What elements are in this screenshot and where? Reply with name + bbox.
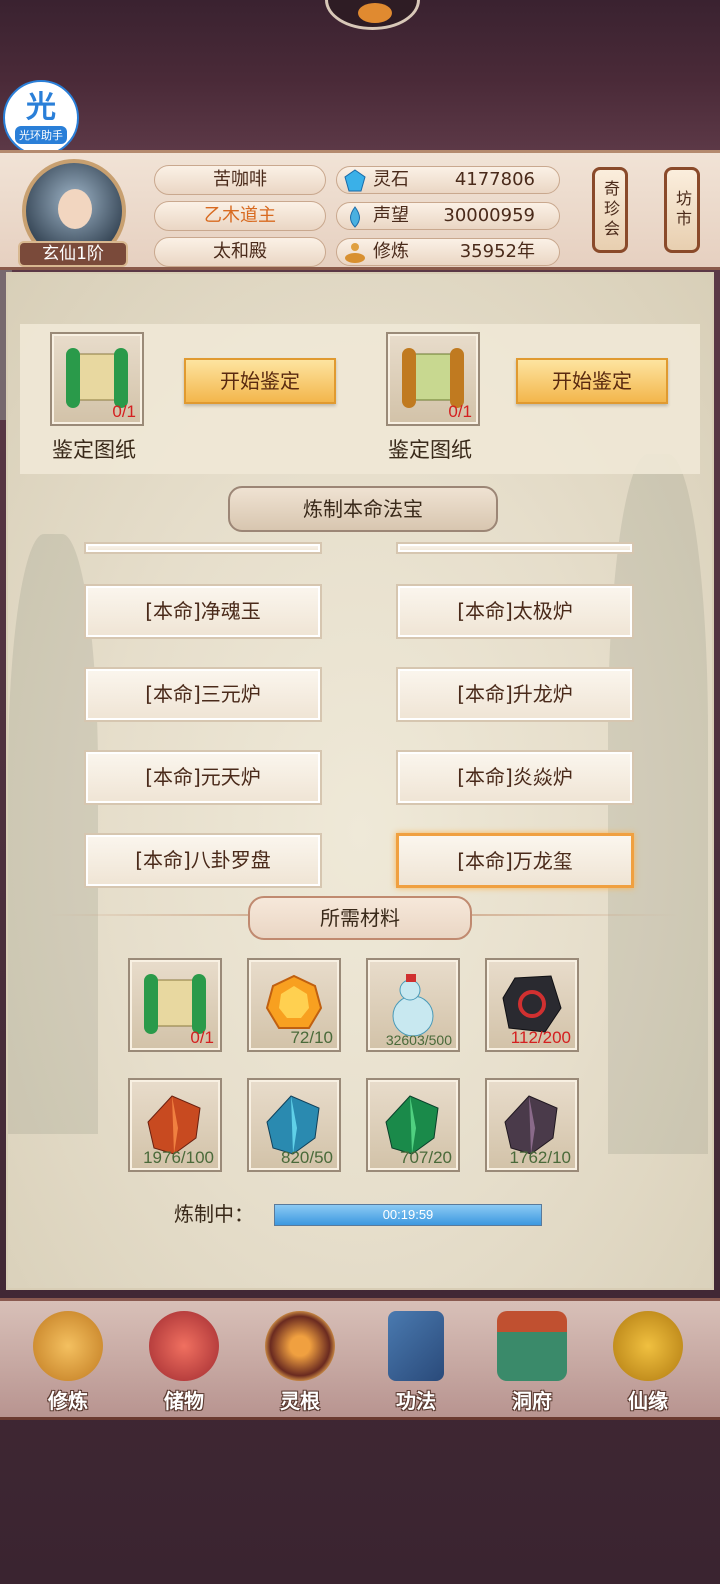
stat-spirit-stone: 灵石 4177806 bbox=[336, 166, 560, 194]
material-count: 820/50 bbox=[281, 1148, 333, 1167]
blueprint-label: 鉴定图纸 bbox=[388, 438, 472, 462]
helper-glyph: 光 bbox=[26, 90, 56, 125]
materials-banner: 所需材料 bbox=[248, 896, 472, 940]
material-slot[interactable]: 707/20 bbox=[366, 1078, 460, 1172]
forge-banner: 炼制本命法宝 bbox=[228, 486, 498, 532]
nav-item-cave[interactable]: 洞府 bbox=[482, 1311, 582, 1419]
stat-value: 35952年 bbox=[459, 241, 535, 262]
recipe-item[interactable]: [本命]元天炉 bbox=[84, 750, 322, 805]
top-ornament[interactable] bbox=[325, 0, 420, 30]
material-slot[interactable]: 820/50 bbox=[247, 1078, 341, 1172]
nav-label: 修炼 bbox=[48, 1389, 88, 1413]
player-name: 苦咖啡 bbox=[154, 165, 326, 195]
book-icon bbox=[388, 1311, 444, 1381]
recipe-item[interactable]: [本命]八卦罗盘 bbox=[84, 833, 322, 888]
helper-label: 光环助手 bbox=[15, 126, 67, 144]
nav-label: 储物 bbox=[164, 1389, 204, 1413]
rank-badge: 玄仙1阶 bbox=[18, 241, 128, 267]
material-count: 1762/10 bbox=[509, 1148, 571, 1167]
storage-bag-icon bbox=[149, 1311, 219, 1381]
start-appraise-button[interactable]: 开始鉴定 bbox=[516, 358, 668, 404]
material-count: 1976/100 bbox=[143, 1148, 214, 1167]
player-header: 玄仙1阶 苦咖啡 乙木道主 太和殿 灵石 4177806 声望 30000959… bbox=[0, 150, 720, 270]
material-count: 72/10 bbox=[290, 1028, 333, 1047]
paw-icon bbox=[358, 3, 392, 23]
nav-label: 洞府 bbox=[512, 1389, 552, 1413]
appraise-section: 0/1 开始鉴定 鉴定图纸 0/1 开始鉴定 鉴定图纸 bbox=[20, 324, 700, 474]
blueprint-slot[interactable]: 0/1 bbox=[50, 332, 144, 426]
player-title: 乙木道主 bbox=[154, 201, 326, 231]
material-slot[interactable]: 1976/100 bbox=[128, 1078, 222, 1172]
material-slot[interactable]: 72/10 bbox=[247, 958, 341, 1052]
recipe-item[interactable]: [本命]净魂玉 bbox=[84, 584, 322, 639]
nav-item-techniques[interactable]: 功法 bbox=[366, 1311, 466, 1419]
material-slot[interactable]: 112/200 bbox=[485, 958, 579, 1052]
nav-item-fate[interactable]: 仙缘 bbox=[598, 1311, 698, 1419]
material-count: 707/20 bbox=[400, 1148, 452, 1167]
market-button[interactable]: 坊市 bbox=[664, 167, 700, 253]
forge-panel: 0/1 开始鉴定 鉴定图纸 0/1 开始鉴定 鉴定图纸 炼制本命法宝 [本命]净… bbox=[6, 272, 714, 1290]
stat-label: 修炼 bbox=[373, 241, 409, 262]
forge-progress-bar: 00:19:59 bbox=[274, 1204, 542, 1226]
nav-label: 仙缘 bbox=[628, 1389, 668, 1413]
spirit-stone-icon bbox=[344, 169, 366, 192]
recipe-item-partial[interactable] bbox=[396, 542, 634, 554]
material-count: 32603/500 bbox=[385, 1032, 452, 1048]
recipe-item[interactable]: [本命]太极炉 bbox=[396, 584, 634, 639]
material-slot[interactable]: 1762/10 bbox=[485, 1078, 579, 1172]
start-appraise-button[interactable]: 开始鉴定 bbox=[184, 358, 336, 404]
item-count: 0/1 bbox=[448, 402, 472, 421]
avatar-face bbox=[58, 189, 92, 229]
player-sect: 太和殿 bbox=[154, 237, 326, 267]
nav-label: 功法 bbox=[396, 1389, 436, 1413]
material-count: 112/200 bbox=[510, 1028, 571, 1047]
nav-item-spirit-root[interactable]: 灵根 bbox=[250, 1311, 350, 1419]
nav-item-storage[interactable]: 储物 bbox=[134, 1311, 234, 1419]
progress-label: 炼制中： bbox=[174, 1202, 254, 1226]
recipe-item-partial[interactable] bbox=[84, 542, 322, 554]
recipe-item-selected[interactable]: [本命]万龙玺 bbox=[396, 833, 634, 888]
nav-label: 灵根 bbox=[280, 1389, 320, 1413]
material-slot[interactable]: 0/1 bbox=[128, 958, 222, 1052]
bottom-nav: 修炼 储物 灵根 功法 洞府 仙缘 bbox=[0, 1298, 720, 1420]
blueprint-slot[interactable]: 0/1 bbox=[386, 332, 480, 426]
material-slot[interactable]: 32603/500 bbox=[366, 958, 460, 1052]
nav-item-cultivate[interactable]: 修炼 bbox=[18, 1311, 118, 1419]
stat-cultivation: 修炼 35952年 bbox=[336, 238, 560, 266]
gourd-icon bbox=[613, 1311, 683, 1381]
material-count: 0/1 bbox=[190, 1028, 214, 1047]
treasure-auction-button[interactable]: 奇珍会 bbox=[592, 167, 628, 253]
stat-label: 声望 bbox=[373, 205, 409, 226]
meditate-icon bbox=[345, 243, 365, 263]
recipe-item[interactable]: [本命]三元炉 bbox=[84, 667, 322, 722]
stat-prestige: 声望 30000959 bbox=[336, 202, 560, 230]
stat-label: 灵石 bbox=[373, 169, 409, 190]
recipe-item[interactable]: [本命]炎焱炉 bbox=[396, 750, 634, 805]
prestige-icon bbox=[350, 206, 360, 228]
stat-value: 4177806 bbox=[454, 169, 535, 190]
item-count: 0/1 bbox=[112, 402, 136, 421]
cave-palace-icon bbox=[497, 1311, 567, 1381]
stat-value: 30000959 bbox=[443, 205, 535, 226]
meditation-icon bbox=[33, 1311, 103, 1381]
blueprint-label: 鉴定图纸 bbox=[52, 438, 136, 462]
helper-badge[interactable]: 光 光环助手 bbox=[3, 80, 79, 156]
spirit-root-icon bbox=[265, 1311, 335, 1381]
recipe-item[interactable]: [本命]升龙炉 bbox=[396, 667, 634, 722]
gourd-bottle-icon bbox=[392, 974, 434, 1037]
progress-time: 00:19:59 bbox=[382, 1207, 434, 1222]
